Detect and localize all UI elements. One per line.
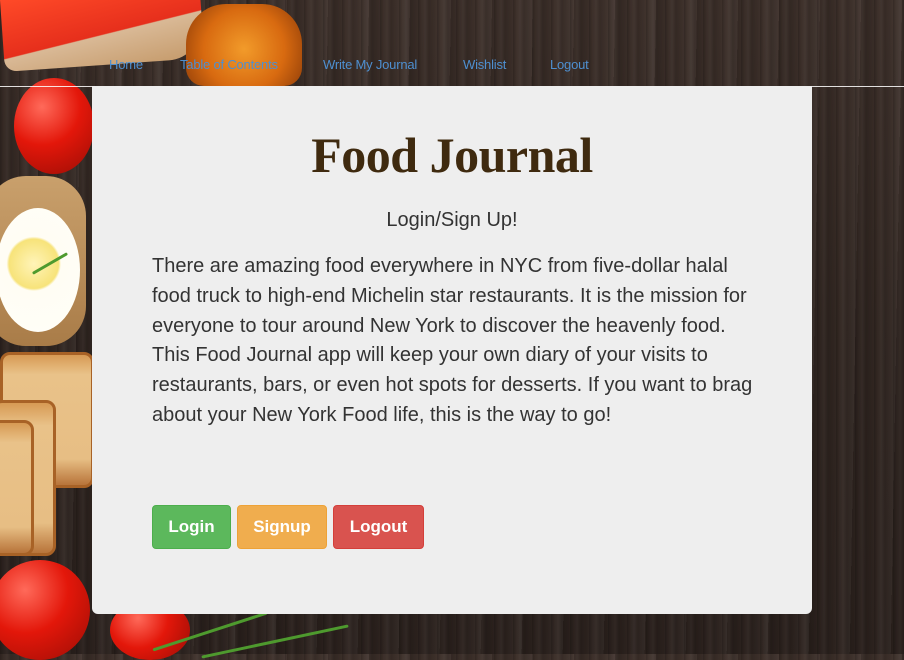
nav-link-wishlist[interactable]: Wishlist (463, 57, 506, 72)
app-description: There are amazing food everywhere in NYC… (152, 255, 753, 426)
nav-link-logout[interactable]: Logout (550, 57, 589, 72)
logout-button[interactable]: Logout (333, 505, 424, 549)
login-card: Food Journal Login/Sign Up! There are am… (92, 86, 812, 614)
login-button[interactable]: Login (152, 505, 231, 549)
tomato-image (0, 560, 90, 660)
chive-image (201, 624, 349, 659)
nav-link-write-my-journal[interactable]: Write My Journal (323, 57, 417, 72)
nav-link-home[interactable]: Home (109, 57, 143, 72)
nav-link-table-of-contents[interactable]: Table of Contents (180, 57, 278, 72)
page-title: Food Journal (311, 127, 593, 183)
tomato-image (14, 78, 94, 174)
bread-slice-image (0, 420, 34, 556)
nav-links: Home Table of Contents Write My Journal … (0, 57, 904, 75)
signup-button[interactable]: Signup (237, 505, 327, 549)
top-navbar: Home Table of Contents Write My Journal … (0, 0, 904, 87)
page-subtitle: Login/Sign Up! (386, 209, 518, 231)
